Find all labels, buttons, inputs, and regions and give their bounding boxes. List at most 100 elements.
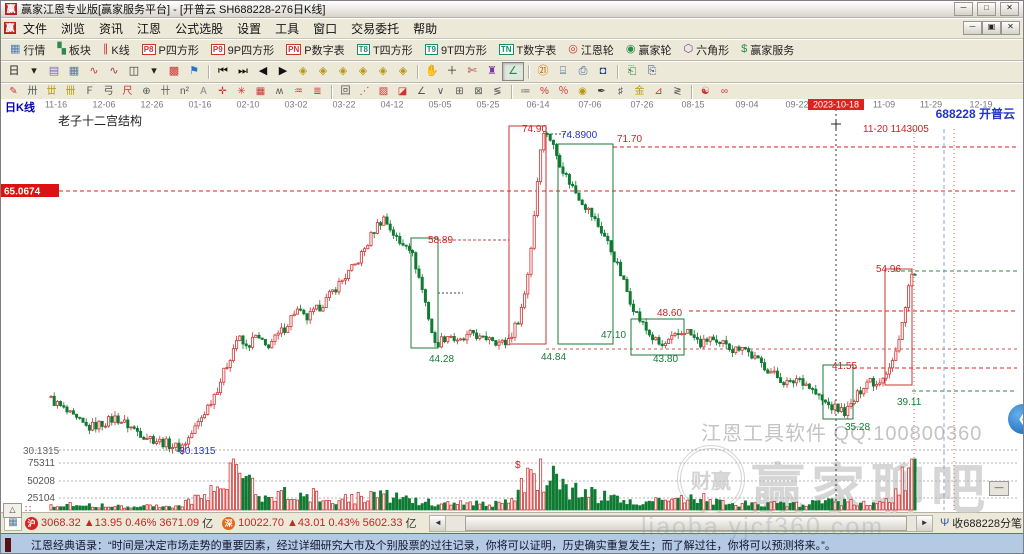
triangle-tool[interactable]: ⊿ [649, 85, 668, 99]
prev-button[interactable]: ◀ [253, 63, 273, 80]
golden-price-tool[interactable]: 金 [630, 85, 649, 99]
half-box-tool[interactable]: ◪ [393, 85, 412, 99]
scroll-left-button[interactable]: ◄ [430, 515, 447, 531]
zoom-in-button[interactable]: ◈ [313, 63, 333, 80]
menu-gann[interactable]: 江恩 [130, 18, 168, 39]
grid-box-tool[interactable]: ⊞ [450, 85, 469, 99]
rect-zone-tool[interactable]: 回 [336, 85, 355, 99]
infinity-tool[interactable]: ∞ [715, 85, 734, 99]
save-button[interactable]: ◘ [593, 63, 613, 80]
expand-vertical-button[interactable]: ◈ [373, 63, 393, 80]
export-button[interactable]: ⎗ [622, 63, 642, 80]
gann-circle-tool[interactable]: ⊕ [137, 85, 156, 99]
shrink-horizontal-button[interactable]: ◈ [353, 63, 373, 80]
cycle-tool[interactable]: ♒ [289, 85, 308, 99]
period-panel-label[interactable]: 日K线 [5, 100, 35, 114]
candle-type-icon[interactable]: ◫ [124, 63, 144, 80]
sharp-grid-tool[interactable]: ♯ [611, 85, 630, 99]
menu-trade-order[interactable]: 交易委托 [344, 18, 406, 39]
kline-chart-canvas[interactable]: 11-16 12-06 12-26 01-16 02-10 03-02 03-22 04-12… [1, 99, 1024, 512]
ink-tool[interactable]: ✒ [592, 85, 611, 99]
gold-target-tool[interactable]: ◉ [573, 85, 592, 99]
pen-tool[interactable]: ✎ [4, 85, 23, 99]
star-ray-tool[interactable]: ✳ [232, 85, 251, 99]
board-view-icon[interactable]: ▤ [44, 63, 64, 80]
gann-box-tool[interactable]: ▦ [251, 85, 270, 99]
report-button[interactable]: ⎙ [573, 63, 593, 80]
golden-section-tool[interactable]: 卌 [61, 85, 80, 99]
measure-button[interactable]: ✄ [462, 63, 482, 80]
child-restore-button[interactable]: ▣ [982, 21, 1001, 35]
swing-tool[interactable]: ≷ [668, 85, 687, 99]
wave-tool[interactable]: ʍ [270, 85, 289, 99]
calendar-button[interactable]: ㉑ [533, 63, 553, 80]
close-button[interactable]: ✕ [1000, 2, 1019, 16]
volume-pane-toggle[interactable]: △ [3, 503, 22, 518]
stats-tool[interactable]: ≔ [516, 85, 535, 99]
curve-chart-icon[interactable]: ∿ [84, 63, 104, 80]
menu-settings[interactable]: 设置 [230, 18, 268, 39]
p-number-table-button[interactable]: PN P数字表 [280, 41, 350, 59]
chart-area[interactable]: 财赢 江恩工具软件 QQ:100800360 赢家聊吧 11-16 12-06 12… [1, 99, 1024, 520]
calculator-button[interactable]: ⌸ [553, 63, 573, 80]
panel-minimize-button[interactable]: — [989, 481, 1009, 496]
ruler-tool[interactable]: 尺 [118, 85, 137, 99]
percent-tool[interactable]: % [535, 85, 554, 99]
title-bar[interactable]: 赢 赢家江恩专业版[赢家服务平台] - [开普云 SH688228-276日K线… [1, 1, 1023, 18]
menu-file[interactable]: 文件 [16, 18, 54, 39]
t-number-table-button[interactable]: TN T数字表 [493, 41, 562, 59]
ray-fan-tool[interactable]: ⋰ [355, 85, 374, 99]
period-dropdown[interactable]: ▾ [24, 63, 44, 80]
time-division-tool[interactable]: 卄 [156, 85, 175, 99]
next-button[interactable]: ▶ [273, 63, 293, 80]
kline-button[interactable]: ∥ K线 [97, 41, 136, 59]
pane-indicator-icon[interactable]: ∷ [25, 504, 31, 516]
angle-tool[interactable]: ∠ [412, 85, 431, 99]
winner-service-button[interactable]: $ 赢家服务 [735, 41, 800, 59]
sectors-button[interactable]: ▚ 板块 [51, 41, 96, 59]
menu-formula-stock-pick[interactable]: 公式选股 [168, 18, 230, 39]
cross-box-tool[interactable]: ⊠ [469, 85, 488, 99]
child-close-button[interactable]: ✕ [1001, 21, 1020, 35]
minimize-button[interactable]: ─ [954, 2, 973, 16]
indicator-pane-icon[interactable]: ▩ [164, 63, 184, 80]
9p-square-button[interactable]: P9 9P四方形 [205, 41, 280, 59]
expand-horizontal-button[interactable]: ◈ [333, 63, 353, 80]
zoom-out-button[interactable]: ◈ [293, 63, 313, 80]
gann-wheel-button[interactable]: ◎ 江恩轮 [562, 41, 620, 59]
gann-cross-tool[interactable]: ✛ [213, 85, 232, 99]
square-number-tool[interactable]: n² [175, 85, 194, 99]
pattern-tool-button[interactable]: ♜ [482, 63, 502, 80]
grid-lines-tool[interactable]: 卅 [23, 85, 42, 99]
hexagon-button[interactable]: ⬡ 六角形 [677, 41, 735, 59]
step-chart-icon[interactable]: ∿ [104, 63, 124, 80]
p-square-button[interactable]: P8 P四方形 [136, 41, 205, 59]
9t-square-button[interactable]: T9 9T四方形 [419, 41, 493, 59]
candle-type-dropdown[interactable]: ▾ [144, 63, 164, 80]
menu-tools[interactable]: 工具 [268, 18, 306, 39]
quotes-button[interactable]: ▦ 行情 [4, 41, 51, 59]
maximize-button[interactable]: □ [977, 2, 996, 16]
matrix-view-icon[interactable]: ▦ [64, 63, 84, 80]
menu-window[interactable]: 窗口 [306, 18, 344, 39]
zigzag-tool[interactable]: ∨ [431, 85, 450, 99]
shrink-vertical-button[interactable]: ◈ [393, 63, 413, 80]
price-levels-tool[interactable]: ≣ [308, 85, 327, 99]
first-page-button[interactable]: ⏮ [213, 63, 233, 80]
menu-browse[interactable]: 浏览 [54, 18, 92, 39]
t-square-button[interactable]: T8 T四方形 [351, 41, 419, 59]
signal-flag-icon[interactable]: ⚑ [184, 63, 204, 80]
arc-tool[interactable]: 弓 [99, 85, 118, 99]
period-day-button[interactable]: 日 [4, 63, 24, 80]
child-minimize-button[interactable]: ─ [963, 21, 982, 35]
menu-news[interactable]: 资讯 [92, 18, 130, 39]
last-page-button[interactable]: ⏭ [233, 63, 253, 80]
shade-box-tool[interactable]: ▨ [374, 85, 393, 99]
winner-wheel-button[interactable]: ◉ 赢家轮 [620, 41, 678, 59]
import-button[interactable]: ⎘ [642, 63, 662, 80]
percent-levels-tool[interactable]: ％ [554, 85, 573, 99]
golden-grid-tool[interactable]: 丗 [42, 85, 61, 99]
menu-help[interactable]: 帮助 [406, 18, 444, 39]
crosshair-button[interactable]: ＋ [442, 63, 462, 80]
fibonacci-tool[interactable]: Ｆ [80, 85, 99, 99]
